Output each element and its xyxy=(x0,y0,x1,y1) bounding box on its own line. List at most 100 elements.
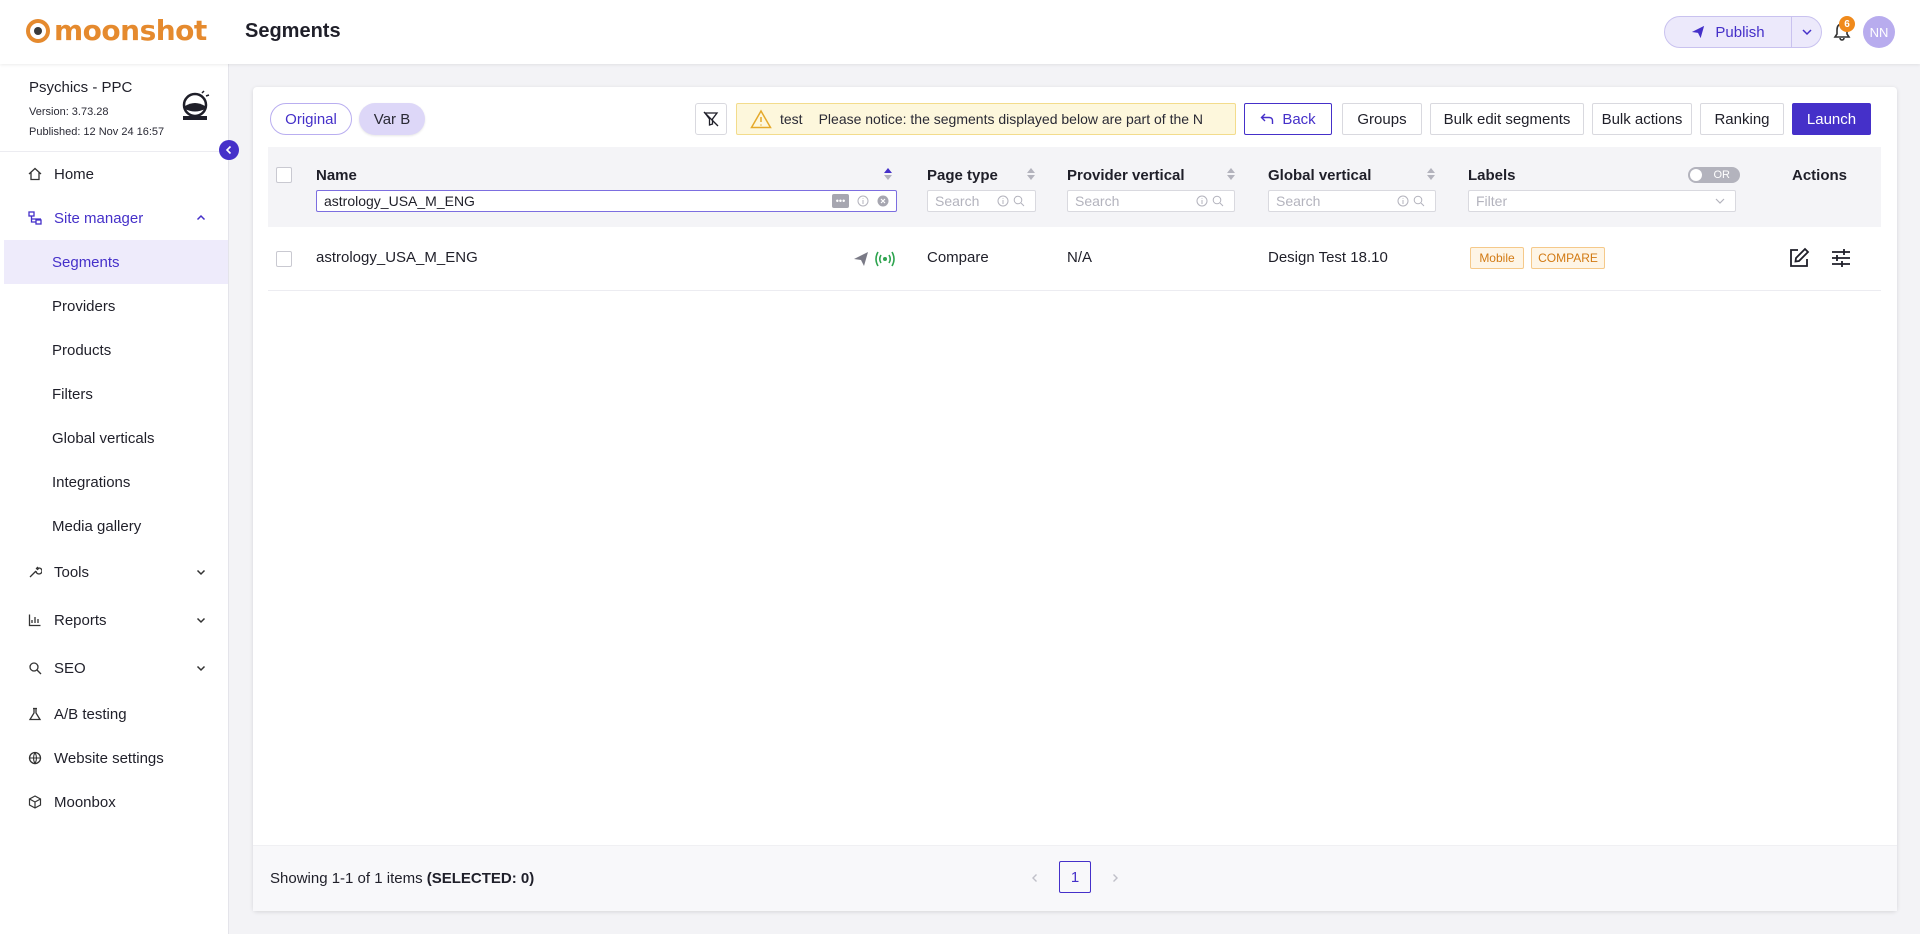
launch-button[interactable]: Launch xyxy=(1792,103,1871,135)
segments-toolbar: Original Var B test Please notice: the s… xyxy=(270,103,1881,137)
search-icon xyxy=(1412,194,1426,208)
column-header-page-type[interactable]: Page type xyxy=(927,167,998,184)
bulk-actions-button[interactable]: Bulk actions xyxy=(1592,103,1692,135)
sidebar-item-ab-testing[interactable]: A/B testing xyxy=(0,692,228,736)
sidebar-item-label: Home xyxy=(54,165,95,183)
globe-icon xyxy=(28,751,42,765)
notice-banner: test Please notice: the segments display… xyxy=(736,103,1236,135)
box-icon xyxy=(28,795,42,809)
send-icon xyxy=(853,251,869,271)
settings-button[interactable] xyxy=(1828,245,1854,271)
publish-group: Publish xyxy=(1664,16,1822,48)
sidebar-item-integrations[interactable]: Integrations xyxy=(0,460,228,504)
or-toggle-label: OR xyxy=(1713,169,1731,181)
sort-provider-vertical-icon[interactable] xyxy=(1226,165,1236,183)
page-1-button[interactable]: 1 xyxy=(1059,861,1091,893)
sidebar-item-label: Reports xyxy=(54,611,107,629)
page-type-search-input[interactable]: Search xyxy=(927,190,1036,212)
sidebar-item-global-verticals[interactable]: Global verticals xyxy=(0,416,228,460)
sidebar-item-site-manager[interactable]: Site manager xyxy=(0,196,228,240)
chevron-down-icon xyxy=(194,613,208,627)
send-icon xyxy=(1692,25,1705,39)
back-button[interactable]: Back xyxy=(1244,103,1332,135)
notifications-badge: 6 xyxy=(1839,16,1855,32)
ranking-button[interactable]: Ranking xyxy=(1700,103,1784,135)
sidebar-item-reports[interactable]: Reports xyxy=(0,596,228,644)
provider-vertical-search-input[interactable]: Search xyxy=(1067,190,1235,212)
segments-card: Original Var B test Please notice: the s… xyxy=(253,87,1897,911)
filter-off-icon xyxy=(703,111,719,127)
labels-filter-placeholder: Filter xyxy=(1476,193,1508,209)
next-page-button[interactable] xyxy=(1106,869,1124,887)
undo-icon xyxy=(1260,113,1274,124)
sidebar-item-moonbox[interactable]: Moonbox xyxy=(0,780,228,824)
info-icon xyxy=(1396,194,1410,208)
search-icon xyxy=(1211,194,1225,208)
showing-text: Showing 1-1 of 1 items xyxy=(270,870,423,887)
edit-icon xyxy=(1790,247,1810,267)
sidebar-item-media-gallery[interactable]: Media gallery xyxy=(0,504,228,548)
sort-page-type-icon[interactable] xyxy=(1026,165,1036,183)
crystal-ball-icon xyxy=(182,90,210,120)
logo[interactable]: moonshot xyxy=(26,14,207,47)
table-row[interactable]: astrology_USA_M_ENG Compare N/A Design T… xyxy=(268,227,1881,291)
site-info: Psychics - PPC Version: 3.73.28 Publishe… xyxy=(0,64,228,152)
sidebar-item-label: A/B testing xyxy=(54,705,127,723)
chevron-down-icon xyxy=(194,565,208,579)
bulk-edit-segments-button[interactable]: Bulk edit segments xyxy=(1430,103,1584,135)
labels-filter-select[interactable]: Filter xyxy=(1468,190,1736,212)
column-header-labels: Labels xyxy=(1468,167,1516,184)
variant-original-button[interactable]: Original xyxy=(270,103,352,135)
chevron-down-icon xyxy=(1713,194,1727,208)
info-icon xyxy=(996,194,1010,208)
sidebar-item-providers[interactable]: Providers xyxy=(0,284,228,328)
publish-button[interactable]: Publish xyxy=(1665,17,1791,47)
sidebar-nav: Home Site manager Segments Providers Pro… xyxy=(0,152,228,824)
label-tag-mobile: Mobile xyxy=(1470,247,1524,269)
sort-name-icon[interactable] xyxy=(883,165,893,183)
chevron-down-icon xyxy=(1801,29,1812,36)
avatar[interactable]: NN xyxy=(1863,16,1895,48)
sidebar-item-products[interactable]: Products xyxy=(0,328,228,372)
variant-b-button[interactable]: Var B xyxy=(359,103,425,135)
notice-message: Please notice: the segments displayed be… xyxy=(818,111,1204,127)
sidebar-collapse-button[interactable] xyxy=(219,140,239,160)
select-all-checkbox[interactable] xyxy=(276,167,292,183)
labels-or-toggle[interactable]: OR xyxy=(1688,167,1740,183)
column-header-actions: Actions xyxy=(1792,167,1848,184)
info-icon xyxy=(1195,194,1209,208)
global-vertical-search-input[interactable]: Search xyxy=(1268,190,1436,212)
sidebar-item-filters[interactable]: Filters xyxy=(0,372,228,416)
row-page-type: Compare xyxy=(927,249,989,266)
row-name[interactable]: astrology_USA_M_ENG xyxy=(316,249,478,266)
clear-icon[interactable] xyxy=(876,194,890,208)
items-count: Showing 1-1 of 1 items (SELECTED: 0) xyxy=(270,870,534,887)
column-header-provider-vertical[interactable]: Provider vertical xyxy=(1067,167,1185,184)
clear-filters-button[interactable] xyxy=(695,103,727,135)
edit-button[interactable] xyxy=(1786,245,1812,271)
back-label: Back xyxy=(1282,110,1316,128)
chevron-left-icon xyxy=(225,145,232,155)
name-filter-value: astrology_USA_M_ENG xyxy=(324,193,475,209)
label-tag-compare: COMPARE xyxy=(1531,247,1605,269)
publish-dropdown-button[interactable] xyxy=(1791,17,1821,47)
sidebar-item-home[interactable]: Home xyxy=(0,152,228,196)
column-header-name[interactable]: Name xyxy=(316,167,357,184)
sidebar-item-website-settings[interactable]: Website settings xyxy=(0,736,228,780)
sliders-icon xyxy=(1832,249,1850,267)
column-header-global-vertical[interactable]: Global vertical xyxy=(1268,167,1371,184)
more-options-icon[interactable]: ••• xyxy=(832,194,849,208)
sidebar-item-seo[interactable]: SEO xyxy=(0,644,228,692)
name-filter-input[interactable]: astrology_USA_M_ENG ••• xyxy=(316,190,897,212)
groups-button[interactable]: Groups xyxy=(1342,103,1422,135)
sort-global-vertical-icon[interactable] xyxy=(1426,165,1436,183)
row-checkbox[interactable] xyxy=(276,251,292,267)
prev-page-button[interactable] xyxy=(1026,869,1044,887)
search-placeholder: Search xyxy=(1075,193,1120,209)
top-bar: moonshot Segments Publish 6 NN xyxy=(0,0,1920,64)
info-icon xyxy=(856,194,870,208)
sidebar-item-tools[interactable]: Tools xyxy=(0,548,228,596)
sidebar-item-segments[interactable]: Segments xyxy=(4,240,228,284)
search-placeholder: Search xyxy=(935,193,980,209)
wrench-icon xyxy=(28,565,42,579)
